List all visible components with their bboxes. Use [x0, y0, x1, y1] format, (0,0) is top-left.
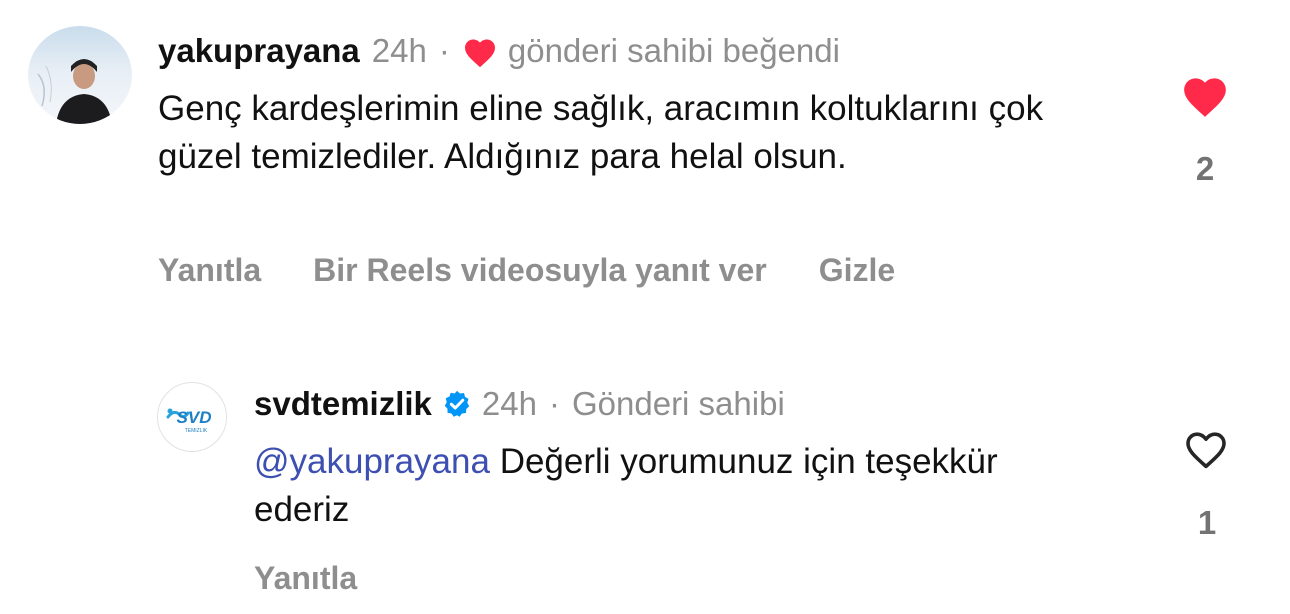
like-button[interactable] — [1182, 426, 1230, 475]
author-label: Gönderi sahibi — [571, 385, 785, 422]
hide-button[interactable]: Gizle — [819, 252, 895, 289]
heart-outline-icon — [1186, 432, 1226, 469]
reply-button[interactable]: Yanıtla — [158, 252, 261, 289]
meta-separator: · — [438, 32, 450, 69]
comment-text: Genç kardeşlerimin eline sağlık, aracımı… — [158, 89, 1044, 176]
avatar-svdtemizlik[interactable]: SVD TEMIZLIK — [157, 382, 227, 452]
logo-subtext: TEMIZLIK — [185, 428, 208, 434]
comment-username[interactable]: yakuprayana — [158, 31, 360, 71]
reels-reply-button[interactable]: Bir Reels videosuyla yanıt ver — [313, 252, 767, 289]
comment-yakuprayana: yakuprayana 24h · gönderi sahibi beğendi… — [0, 0, 1290, 320]
mention-link[interactable]: @yakuprayana — [254, 442, 490, 481]
author-liked-heart-icon — [462, 35, 498, 68]
reply-text: @yakuprayana Değerli yorumunuz için teşe… — [254, 438, 1054, 534]
verified-badge-icon — [442, 389, 472, 419]
author-liked-label: gönderi sahibi beğendi — [507, 32, 840, 69]
like-count: 1 — [1197, 504, 1217, 541]
comment-time: 24h — [371, 32, 427, 69]
comment-meta: yakuprayana 24h · gönderi sahibi beğendi — [158, 31, 840, 71]
comment-svdtemizlik: SVD TEMIZLIK svdtemizlik 24h · Gönderi s… — [0, 360, 1290, 614]
comment-actions: Yanıtla Bir Reels videosuyla yanıt ver G… — [158, 252, 895, 289]
heart-filled-icon — [1184, 78, 1226, 117]
reply-time: 24h — [481, 385, 537, 422]
logo-text: SVD — [177, 408, 212, 427]
avatar-yakuprayana[interactable] — [28, 26, 132, 124]
reply-actions: Yanıtla — [254, 560, 357, 597]
reply-button[interactable]: Yanıtla — [254, 560, 357, 597]
svd-logo: SVD TEMIZLIK — [166, 408, 212, 434]
meta-separator: · — [548, 385, 560, 422]
like-count: 2 — [1195, 150, 1215, 187]
reply-meta: svdtemizlik 24h · Gönderi sahibi — [254, 384, 785, 424]
avatar-photo — [28, 26, 132, 124]
reply-username[interactable]: svdtemizlik — [254, 384, 432, 424]
like-button[interactable] — [1180, 72, 1230, 123]
